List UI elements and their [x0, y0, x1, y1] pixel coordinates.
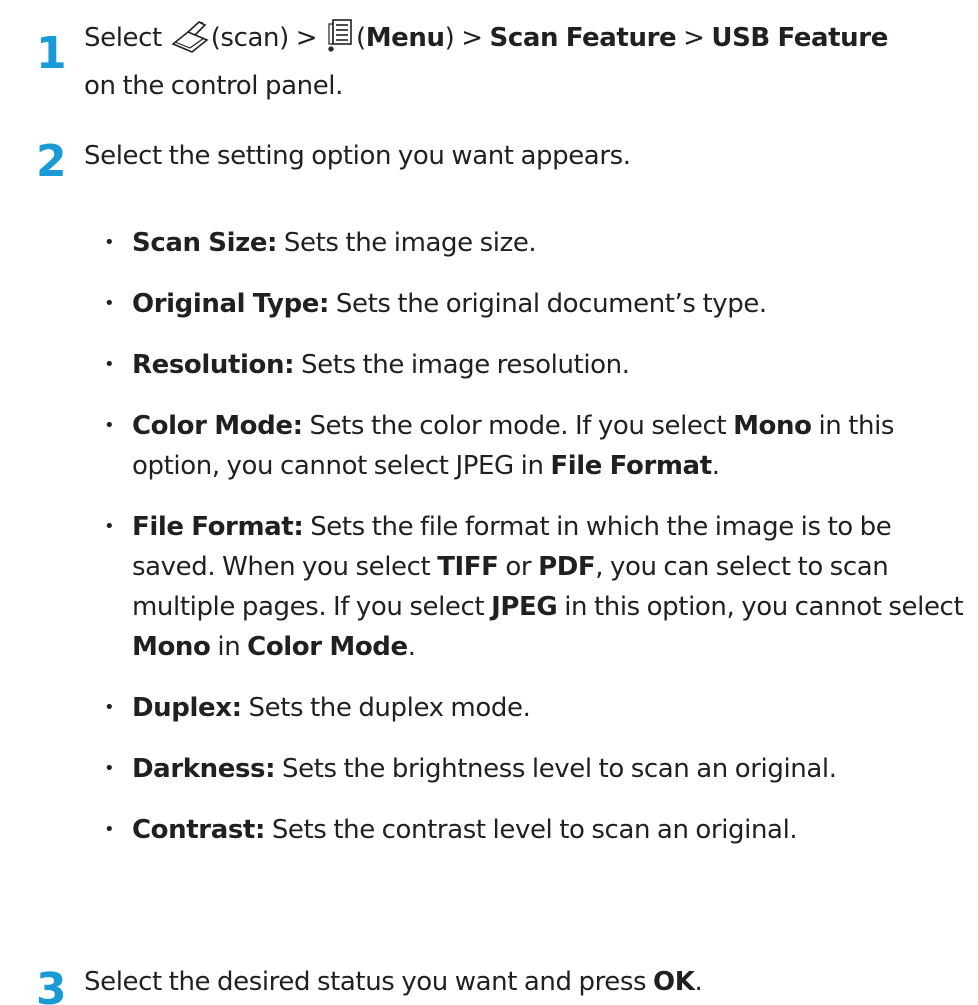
- step-2-text: Select the setting option you want appea…: [84, 141, 631, 171]
- step-number: 2: [36, 136, 67, 187]
- menu-open: (: [355, 23, 366, 53]
- step-1-text: Select (scan) > (Menu) > Scan Feature > …: [84, 18, 974, 106]
- menu-icon: [325, 18, 355, 66]
- step-3-text: Select the desired status you want and p…: [84, 967, 703, 997]
- scan-feature-label: Scan Feature: [489, 23, 677, 53]
- scanner-icon: [170, 20, 210, 66]
- list-item: Contrast: Sets the contrast level to sca…: [104, 810, 978, 850]
- usb-feature-label: USB Feature: [711, 23, 888, 53]
- step-number: 1: [36, 28, 67, 79]
- menu-close: ) >: [444, 23, 490, 53]
- setting-options-list: Scan Size: Sets the image size. Original…: [104, 223, 978, 871]
- list-item: Darkness: Sets the brightness level to s…: [104, 749, 978, 789]
- scan-label: (scan) >: [210, 23, 318, 53]
- menu-label: Menu: [365, 23, 445, 53]
- list-item: File Format: Sets the file format in whi…: [104, 507, 978, 667]
- ok-label: OK: [653, 967, 695, 997]
- step-number: 3: [36, 964, 67, 1005]
- list-item: Duplex: Sets the duplex mode.: [104, 688, 978, 728]
- select-word: Select: [84, 23, 162, 53]
- step-1-tail: on the control panel.: [84, 71, 343, 101]
- list-item: Color Mode: Sets the color mode. If you …: [104, 406, 978, 486]
- list-item: Original Type: Sets the original documen…: [104, 284, 978, 324]
- list-item: Scan Size: Sets the image size.: [104, 223, 978, 263]
- list-item: Resolution: Sets the image resolution.: [104, 345, 978, 385]
- separator: >: [676, 23, 712, 53]
